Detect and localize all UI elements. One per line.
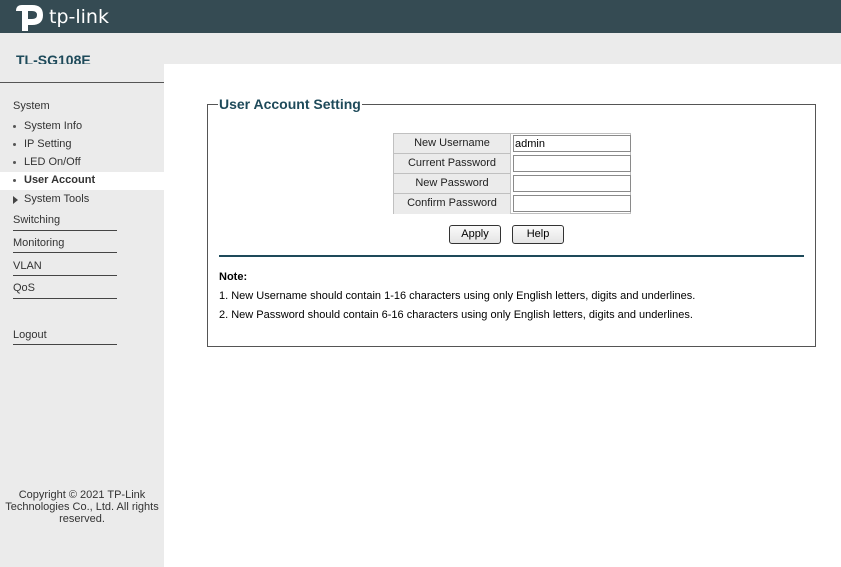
new-password-label: New Password <box>394 174 511 194</box>
copyright-text: Copyright © 2021 TP-Link Technologies Co… <box>5 489 159 525</box>
sidebar-item-ip-setting[interactable]: IP Setting <box>24 138 72 150</box>
sidebar-item-user-account[interactable]: User Account <box>24 174 95 186</box>
bullet-icon <box>13 125 16 128</box>
new-password-input[interactable] <box>513 175 631 192</box>
help-button[interactable]: Help <box>512 225 564 244</box>
bullet-icon <box>13 143 16 146</box>
sidebar-underline <box>13 230 117 231</box>
brand-name: tp-link <box>49 5 109 28</box>
sidebar-underline <box>13 298 117 299</box>
expand-triangle-icon <box>13 196 18 204</box>
sidebar-section-system[interactable]: System <box>13 100 50 112</box>
section-divider <box>219 255 804 257</box>
new-username-input[interactable] <box>513 135 631 152</box>
sidebar-item-system-info[interactable]: System Info <box>24 120 82 132</box>
tp-link-logo: tp-link <box>14 0 109 33</box>
bullet-icon <box>13 179 16 182</box>
sidebar-item-led-on-off[interactable]: LED On/Off <box>24 156 81 168</box>
confirm-password-input[interactable] <box>513 195 631 212</box>
current-password-label: Current Password <box>394 154 511 174</box>
sidebar-divider <box>0 82 164 83</box>
sidebar-section-switching[interactable]: Switching <box>13 214 60 226</box>
apply-button[interactable]: Apply <box>449 225 501 244</box>
tp-link-logo-icon <box>16 4 43 31</box>
new-username-label: New Username <box>394 134 511 154</box>
sidebar-item-system-tools[interactable]: System Tools <box>24 193 89 205</box>
current-password-input[interactable] <box>513 155 631 172</box>
sidebar-section-vlan[interactable]: VLAN <box>13 260 42 272</box>
sidebar-section-qos[interactable]: QoS <box>13 282 35 294</box>
page-title: User Account Setting <box>218 96 362 112</box>
sidebar-underline <box>13 252 117 253</box>
account-form-table: New Username Current Password New Passwo… <box>393 133 631 214</box>
form-row-new-password: New Password <box>394 174 631 194</box>
sidebar-underline <box>13 275 117 276</box>
note-title: Note: <box>219 271 248 283</box>
top-bar: tp-link <box>0 0 841 33</box>
logout-link[interactable]: Logout <box>13 329 47 341</box>
form-row-new-username: New Username <box>394 134 631 154</box>
note-line-1: 1. New Username should contain 1-16 char… <box>219 290 696 302</box>
header-subbar <box>0 33 841 64</box>
confirm-password-label: Confirm Password <box>394 194 511 214</box>
note-line-2: 2. New Password should contain 6-16 char… <box>219 309 693 321</box>
sidebar-underline <box>13 344 117 345</box>
form-row-current-password: Current Password <box>394 154 631 174</box>
sidebar-section-monitoring[interactable]: Monitoring <box>13 237 64 249</box>
bullet-icon <box>13 161 16 164</box>
form-row-confirm-password: Confirm Password <box>394 194 631 214</box>
